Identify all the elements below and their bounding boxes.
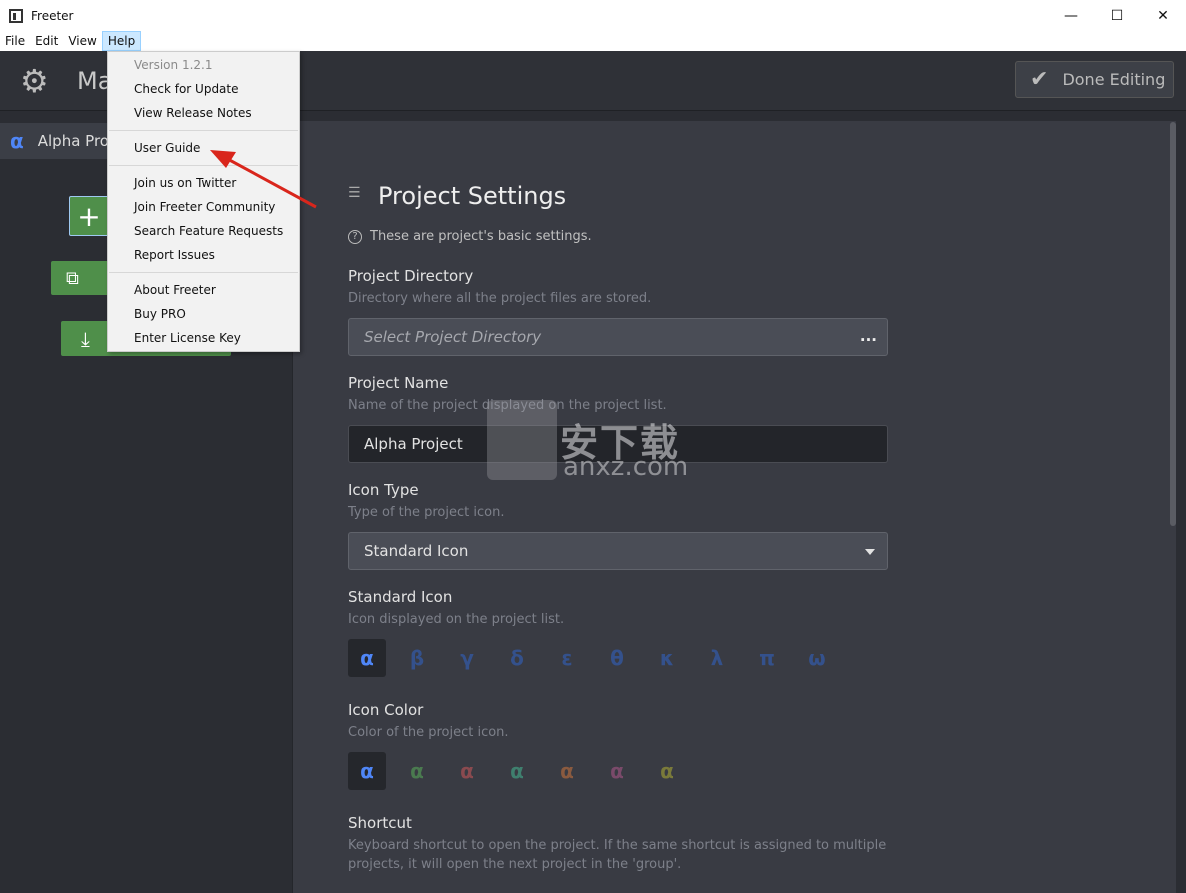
annotation-arrow-icon bbox=[210, 150, 317, 209]
